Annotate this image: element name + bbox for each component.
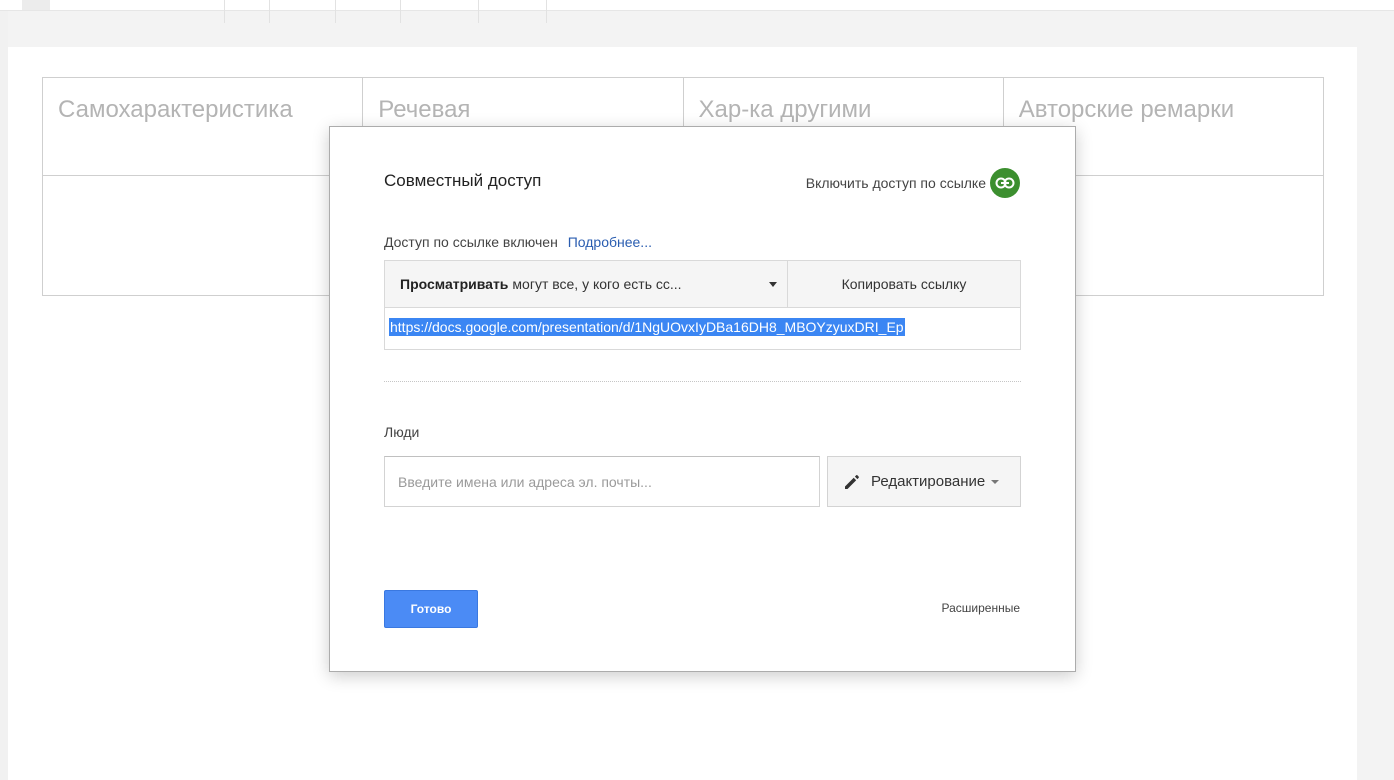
- role-dropdown[interactable]: Редактирование: [827, 456, 1021, 507]
- toolbar: [0, 0, 1394, 11]
- enable-link-sharing-toggle[interactable]: Включить доступ по ссылке: [806, 168, 1020, 198]
- permission-label-bold: Просматривать: [400, 276, 509, 292]
- section-divider: [384, 381, 1021, 382]
- people-label: Люди: [384, 424, 420, 440]
- pencil-icon: [843, 473, 861, 491]
- app-window: Самохарактеристика Речевая Хар-ка другим…: [0, 0, 1394, 780]
- chevron-down-icon: [991, 479, 1000, 484]
- dialog-title: Совместный доступ: [384, 171, 542, 190]
- table-cell[interactable]: [41, 175, 364, 296]
- link-toggle-label: Включить доступ по ссылке: [805, 175, 986, 191]
- toolbar-divider: [478, 0, 479, 23]
- advanced-settings-link[interactable]: Расширенные: [941, 601, 1020, 615]
- share-url-field[interactable]: https://docs.google.com/presentation/d/1…: [389, 315, 1017, 340]
- share-url-selected-text: https://docs.google.com/presentation/d/1…: [389, 318, 905, 336]
- copy-link-button[interactable]: Копировать ссылку: [788, 261, 1020, 308]
- learn-more-link[interactable]: Подробнее...: [568, 234, 652, 250]
- toolbar-divider: [269, 0, 270, 23]
- people-input[interactable]: Введите имена или адреса эл. почты...: [384, 456, 820, 507]
- toolbar-divider: [400, 0, 401, 23]
- link-status: Доступ по ссылке включен Подробнее...: [384, 234, 652, 250]
- toolbar-button-stub[interactable]: [22, 0, 50, 10]
- done-button[interactable]: Готово: [384, 590, 478, 628]
- people-input-placeholder: Введите имена или адреса эл. почты...: [398, 473, 652, 490]
- toolbar-divider: [335, 0, 336, 23]
- table-header-cell[interactable]: Самохарактеристика: [41, 77, 364, 176]
- chevron-down-icon: [769, 282, 777, 287]
- link-status-text: Доступ по ссылке включен: [384, 234, 558, 250]
- toolbar-divider: [224, 0, 225, 23]
- permission-label-rest: могут все, у кого есть сс...: [512, 276, 682, 292]
- link-icon[interactable]: [990, 168, 1020, 198]
- role-dropdown-label: Редактирование: [871, 473, 986, 490]
- link-permission-dropdown[interactable]: Просматривать могут все, у кого есть сс.…: [385, 261, 788, 308]
- toolbar-divider: [546, 0, 547, 23]
- link-share-box: Просматривать могут все, у кого есть сс.…: [384, 260, 1021, 350]
- share-dialog: Совместный доступ Включить доступ по ссы…: [329, 126, 1076, 672]
